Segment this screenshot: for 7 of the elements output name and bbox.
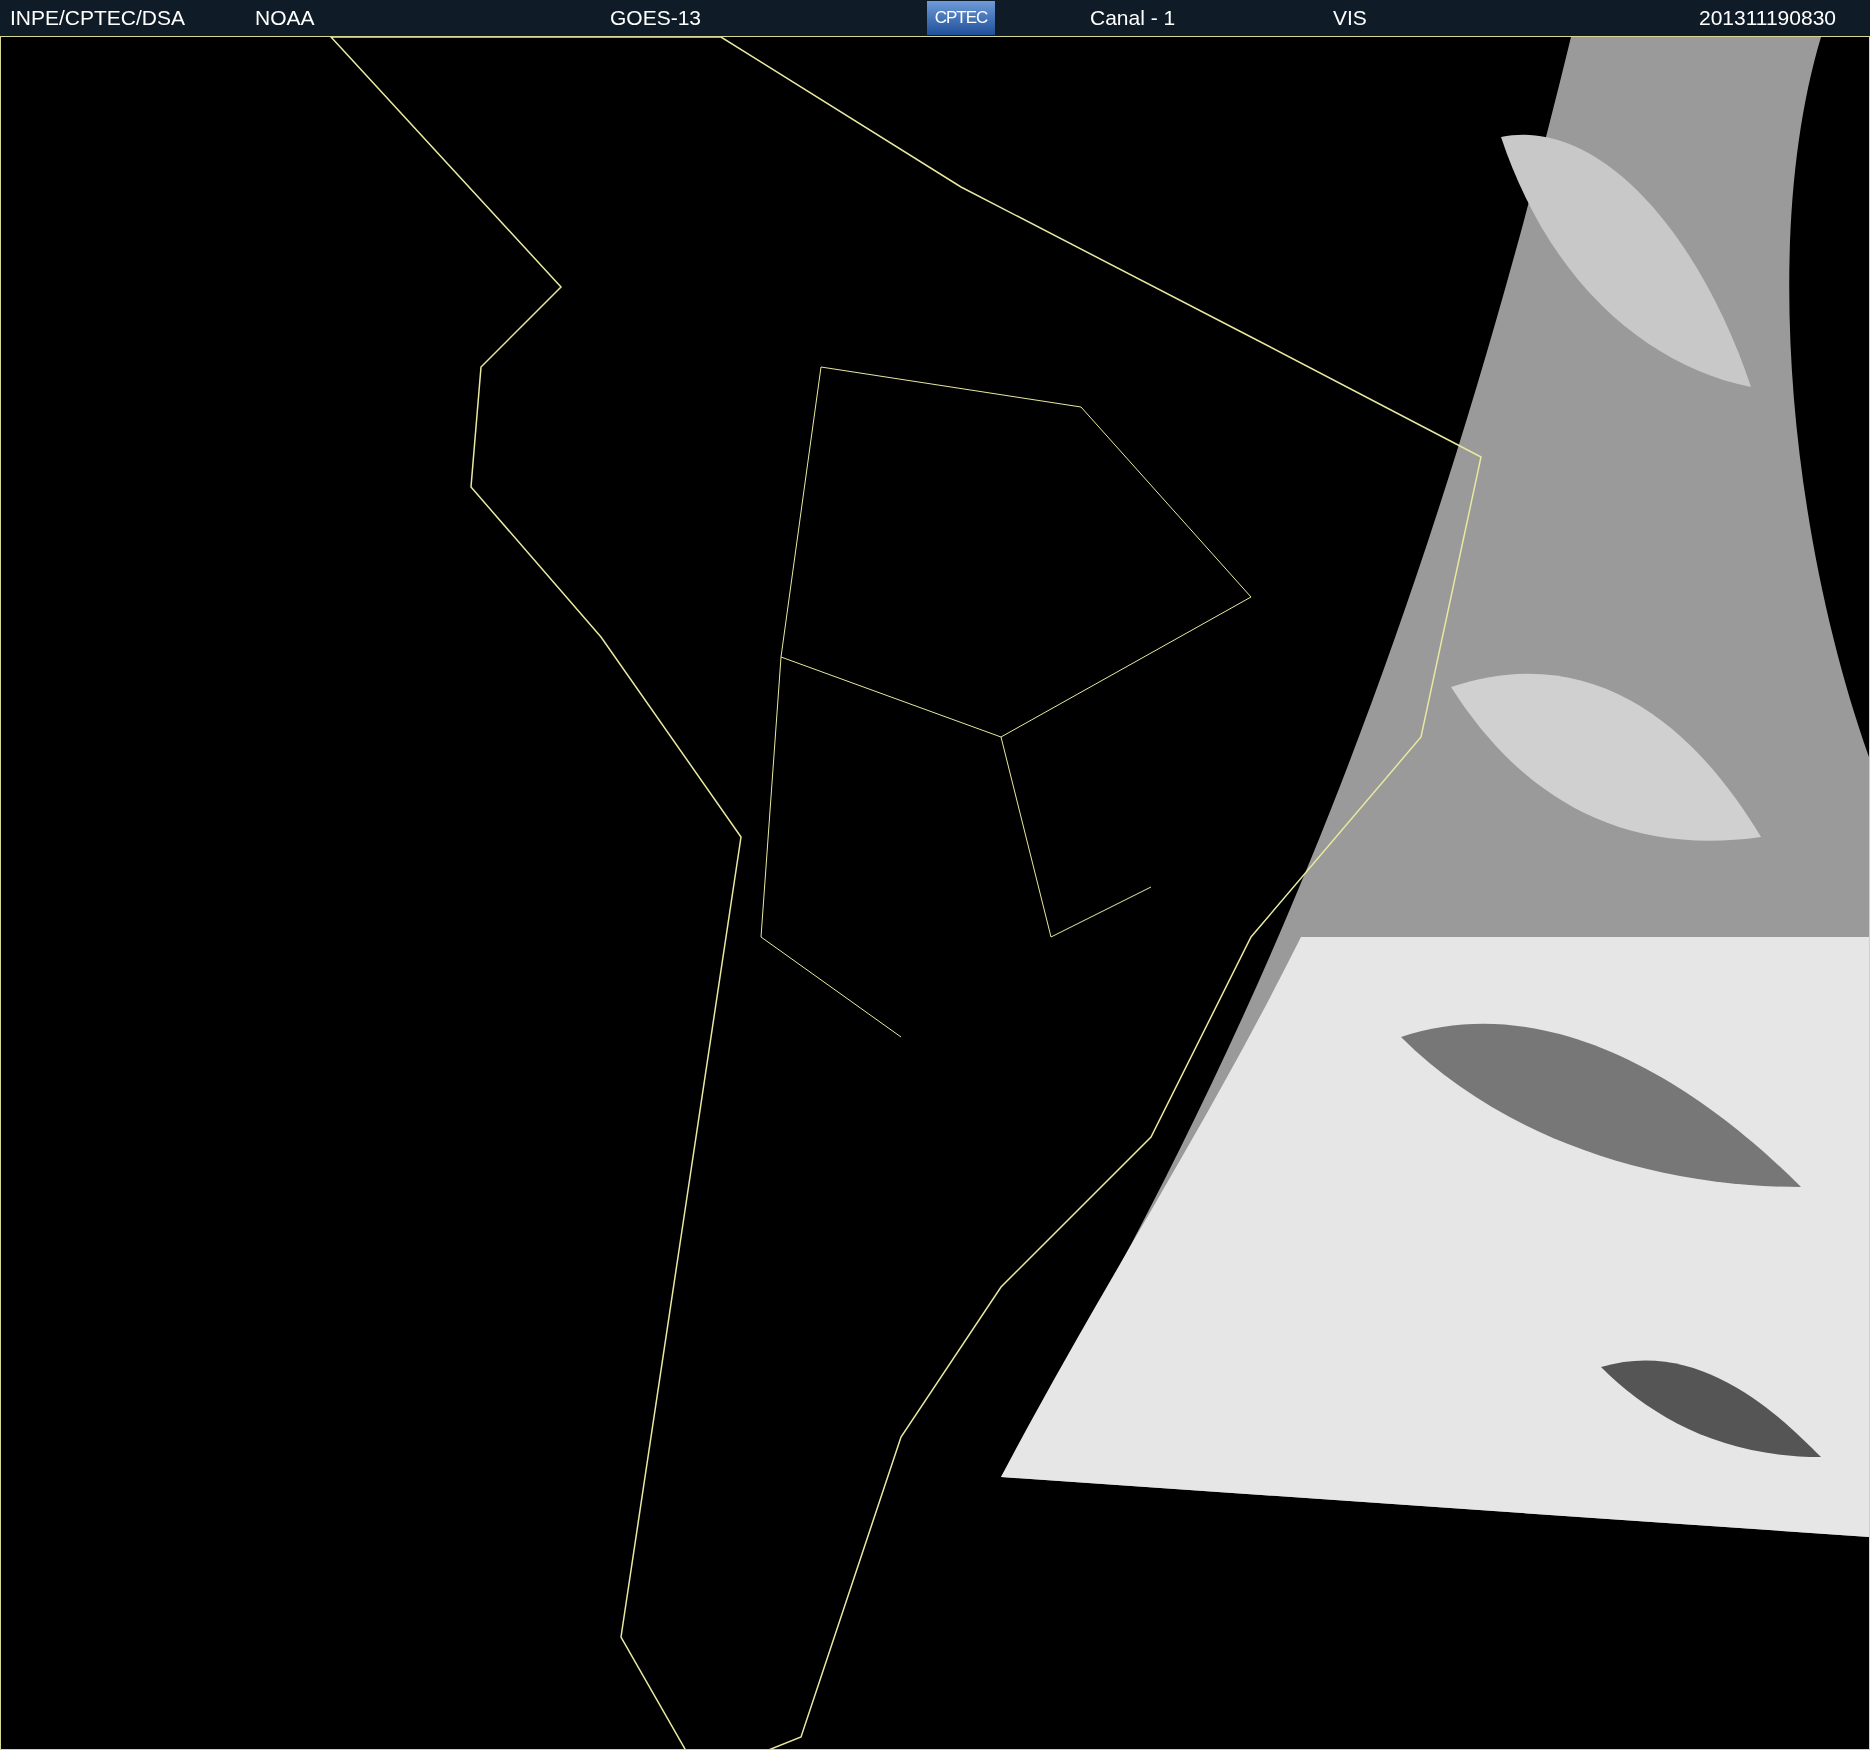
timestamp-label: 201311190830 bbox=[1698, 6, 1836, 30]
band-label: VIS bbox=[1333, 6, 1368, 30]
source-label: INPE/CPTEC/DSA bbox=[10, 6, 187, 30]
channel-label: Canal - 1 bbox=[1090, 6, 1177, 30]
agency-label: NOAA bbox=[255, 6, 316, 30]
logo: CPTEC bbox=[927, 1, 995, 35]
satellite-label: GOES-13 bbox=[610, 6, 703, 30]
